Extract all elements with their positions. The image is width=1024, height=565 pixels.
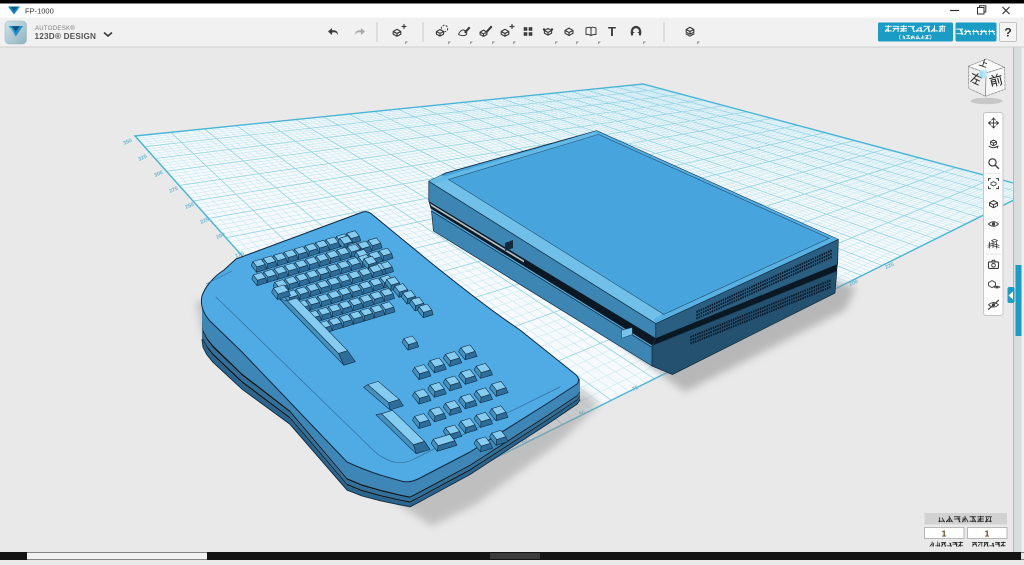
svg-text:FP-1000: FP-1000 <box>25 7 54 16</box>
svg-text:123D® DESIGN: 123D® DESIGN <box>35 32 97 41</box>
svg-text:1: 1 <box>942 529 947 539</box>
svg-text:?: ? <box>1004 26 1011 40</box>
svg-text:1: 1 <box>985 529 990 539</box>
svg-text:T: T <box>608 24 616 39</box>
svg-text:AUTODESK®: AUTODESK® <box>35 25 75 32</box>
